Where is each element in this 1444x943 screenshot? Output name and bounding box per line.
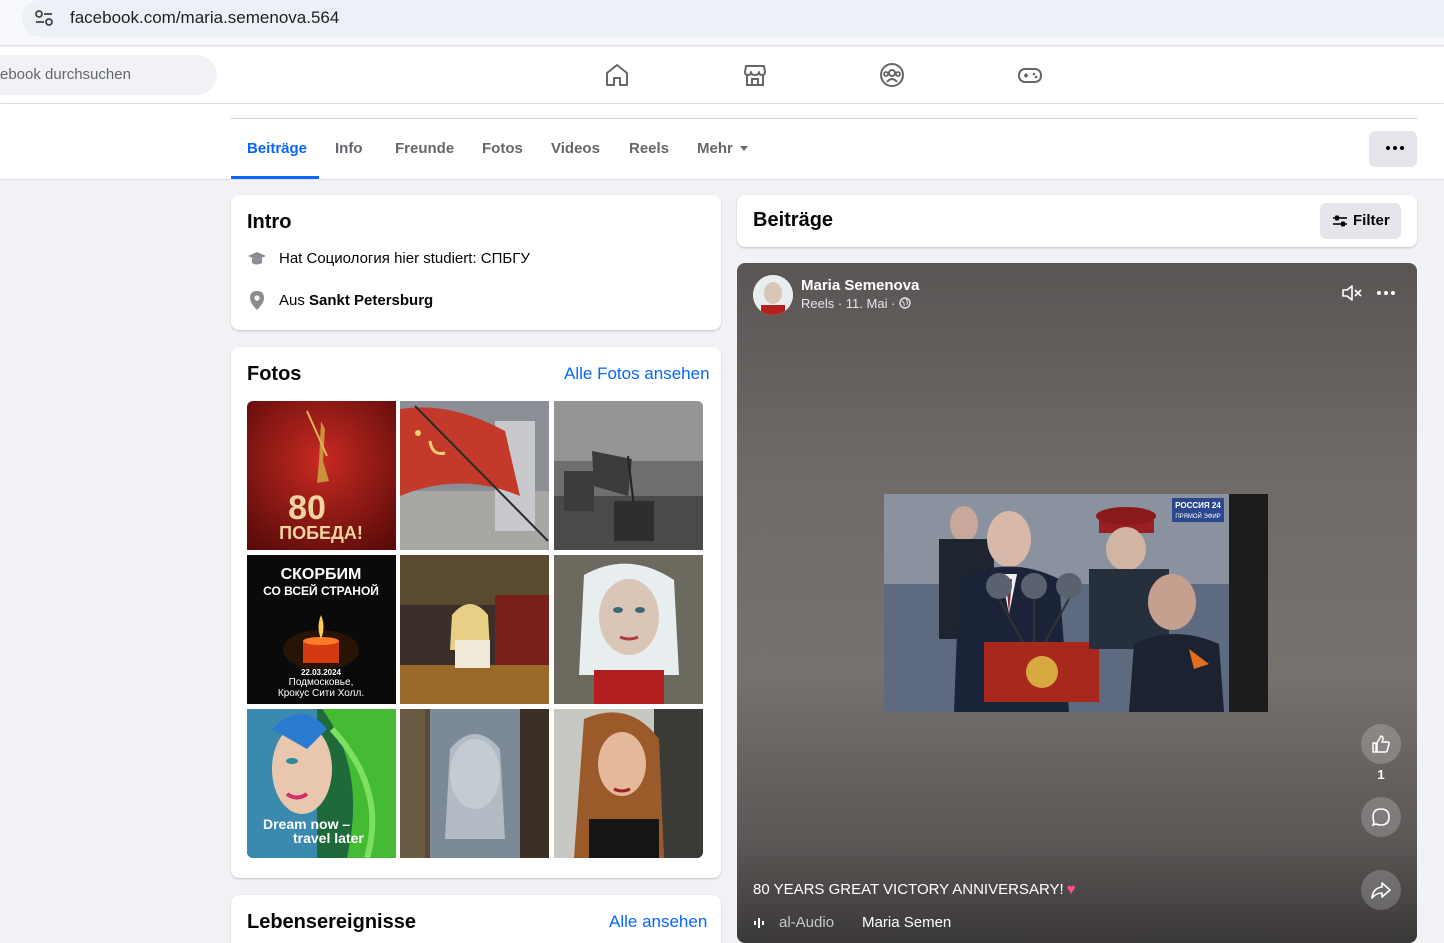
thumbs-up-icon [1372, 735, 1390, 753]
photo-red-flag [400, 401, 549, 550]
photo-woman-cafe [400, 555, 549, 704]
mute-icon[interactable] [1341, 284, 1363, 302]
profile-tabs-bar: Beiträge Info Freunde Fotos Videos Reels… [0, 104, 1444, 180]
photo-3[interactable] [554, 401, 703, 550]
groups-icon[interactable] [878, 61, 906, 89]
posts-header-card: Beiträge Filter [737, 195, 1417, 247]
audio-author: Maria Semen [862, 914, 952, 931]
photo-1-caption-2: ПОБЕДА! [279, 523, 363, 543]
photo-reichstag-flag [554, 401, 703, 550]
more-dots-icon [1386, 146, 1404, 150]
facebook-top-bar: ebook durchsuchen [0, 47, 1444, 103]
marketplace-icon[interactable] [741, 61, 769, 89]
reel-post[interactable]: Maria Semenova Reels · 11. Mai · РОССИЯ … [737, 263, 1417, 943]
tv-live-text: ПРЯМОЙ ЭФИР [1175, 512, 1220, 520]
search-input[interactable]: ebook durchsuchen [0, 55, 217, 95]
photo-9[interactable] [554, 709, 703, 858]
tab-more-label: Mehr [697, 140, 733, 157]
tab-posts[interactable]: Beiträge [247, 140, 307, 157]
photo-4-caption-2: СО ВСЕЙ СТРАНОЙ [263, 583, 379, 598]
like-button[interactable] [1361, 724, 1401, 764]
search-placeholder: ebook durchsuchen [0, 66, 131, 83]
tv-logo-text: РОССИЯ 24 [1175, 501, 1221, 510]
tab-more[interactable]: Mehr [697, 140, 748, 157]
photo-5[interactable] [400, 555, 549, 704]
intro-title: Intro [247, 211, 292, 233]
life-events-card: Lebensereignisse Alle ansehen [231, 895, 721, 943]
see-all-life-events-link[interactable]: Alle ansehen [609, 912, 707, 932]
video-frame-image: РОССИЯ 24 ПРЯМОЙ ЭФИР [884, 494, 1268, 712]
audio-label: al-Audio [779, 914, 835, 931]
tab-info[interactable]: Info [335, 140, 363, 157]
photo-1-caption-1: 80 [288, 489, 326, 527]
photo-dream-travel: Dream now – travel later [247, 709, 396, 858]
author-avatar[interactable] [753, 275, 793, 315]
active-tab-indicator [231, 176, 319, 179]
tab-friends[interactable]: Freunde [395, 140, 454, 157]
avatar-image [753, 275, 793, 315]
post-more-icon[interactable] [1377, 291, 1395, 295]
posts-title: Beiträge [753, 209, 834, 231]
site-info-icon[interactable] [34, 9, 54, 27]
comment-icon [1371, 808, 1390, 827]
photo-6[interactable] [554, 555, 703, 704]
photos-title: Fotos [247, 363, 302, 385]
post-meta: Reels · 11. Mai · [801, 296, 911, 311]
photo-4-caption-3: 22.03.2024 [301, 668, 342, 677]
photo-victory-80: 80 ПОБЕДА! [247, 401, 396, 550]
heart-emoji-icon: ♥ [1066, 881, 1076, 898]
filter-label: Filter [1353, 212, 1390, 229]
tab-reels[interactable]: Reels [629, 140, 669, 157]
intro-hometown: Aus Sankt Petersburg [247, 290, 433, 310]
photo-4-caption-4: Подмосковье, [289, 677, 354, 688]
home-icon[interactable] [603, 61, 631, 89]
tab-photos[interactable]: Fotos [482, 140, 523, 157]
reel-video-frame[interactable]: РОССИЯ 24 ПРЯМОЙ ЭФИР [884, 494, 1268, 712]
tab-videos[interactable]: Videos [551, 140, 600, 157]
photos-card: Fotos Alle Fotos ansehen 80 ПОБЕДА! СКОР… [231, 347, 721, 878]
like-count: 1 [1377, 767, 1385, 782]
photo-woman-red-hair [554, 709, 703, 858]
globe-icon [899, 297, 911, 309]
comment-button[interactable] [1361, 797, 1401, 837]
share-button[interactable] [1361, 870, 1401, 910]
reel-audio-info[interactable]: al-Audio Maria Semen [753, 914, 951, 931]
hometown-prefix: Aus [279, 291, 310, 309]
photo-mourning-candle: СКОРБИМ СО ВСЕЙ СТРАНОЙ 22.03.2024 Подмо… [247, 555, 396, 704]
location-pin-icon [250, 291, 264, 310]
photo-portrait-painting [554, 555, 703, 704]
gaming-icon[interactable] [1016, 61, 1044, 89]
divider [231, 118, 1417, 119]
photo-4-caption-5: Крокус Сити Холл. [278, 688, 364, 699]
caret-down-icon [739, 146, 748, 151]
photo-reflection [400, 709, 549, 858]
intro-education: Hat Социология hier studiert: СПБГУ [247, 248, 530, 268]
photo-8[interactable] [400, 709, 549, 858]
photo-4[interactable]: СКОРБИМ СО ВСЕЙ СТРАНОЙ 22.03.2024 Подмо… [247, 555, 396, 704]
intro-card: Intro Hat Социология hier studiert: СПБГ… [231, 195, 721, 330]
filter-sliders-icon [1333, 215, 1347, 227]
profile-more-button[interactable] [1369, 131, 1417, 167]
photo-4-caption-1: СКОРБИМ [281, 566, 362, 583]
browser-address-bar: facebook.com/maria.semenova.564 [0, 0, 1444, 46]
post-meta-text: Reels · 11. Mai · [801, 296, 900, 311]
filter-button[interactable]: Filter [1320, 203, 1401, 239]
education-text: Hat Социология hier studiert: СПБГУ [279, 249, 530, 267]
url-text[interactable]: facebook.com/maria.semenova.564 [70, 8, 339, 28]
life-events-title: Lebensereignisse [247, 911, 416, 933]
photo-1[interactable]: 80 ПОБЕДА! [247, 401, 396, 550]
reel-caption-text: 80 YEARS GREAT VICTORY ANNIVERSARY! [753, 881, 1064, 898]
reel-caption: 80 YEARS GREAT VICTORY ANNIVERSARY! ♥ [753, 881, 1076, 898]
url-field[interactable]: facebook.com/maria.semenova.564 [22, 0, 1444, 37]
photo-7-caption-2: travel later [293, 830, 364, 846]
hometown-city[interactable]: Sankt Petersburg [309, 292, 433, 309]
photo-2[interactable] [400, 401, 549, 550]
author-name[interactable]: Maria Semenova [801, 277, 919, 294]
share-arrow-icon [1371, 882, 1391, 899]
education-cap-icon [248, 252, 266, 265]
photo-7[interactable]: Dream now – travel later [247, 709, 396, 858]
see-all-photos-link[interactable]: Alle Fotos ansehen [564, 364, 710, 384]
audio-waveform-icon [754, 917, 764, 928]
